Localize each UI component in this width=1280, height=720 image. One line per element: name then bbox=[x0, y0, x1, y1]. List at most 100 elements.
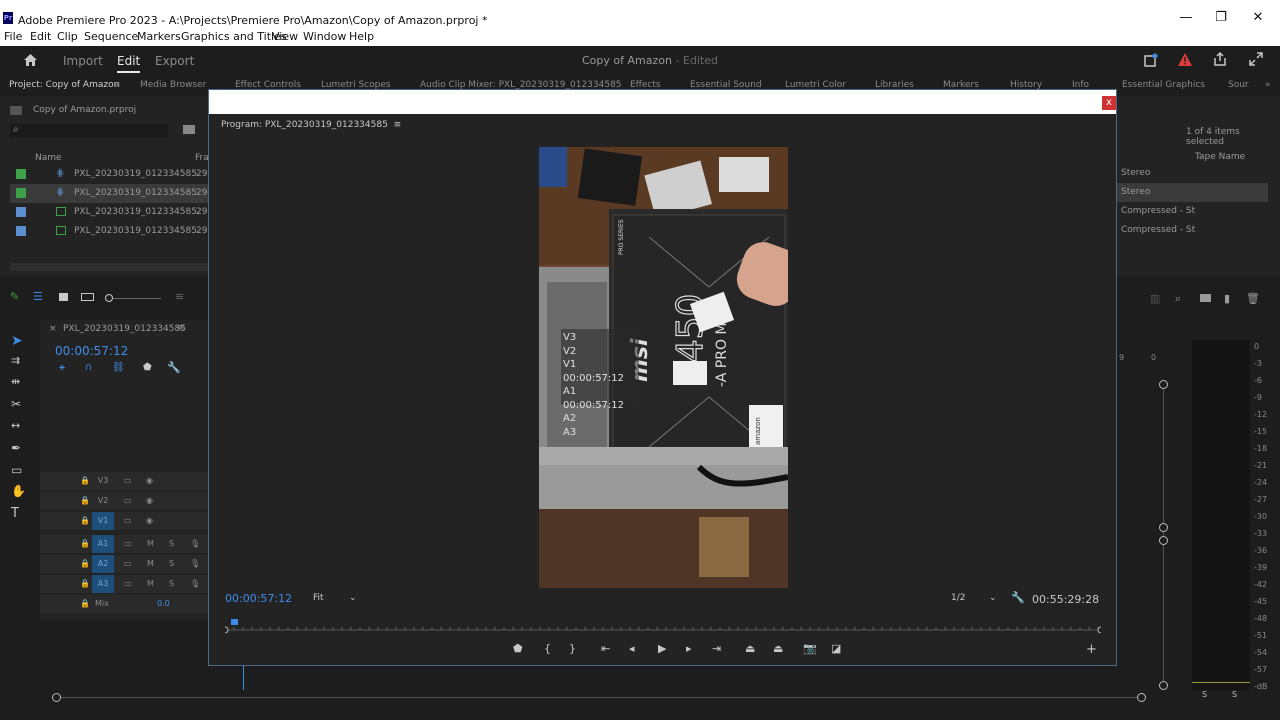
slip-tool-icon[interactable]: ↔ bbox=[11, 419, 20, 432]
zoom-slider-track[interactable] bbox=[113, 298, 161, 299]
type-tool-icon[interactable]: T bbox=[11, 506, 19, 521]
out-point-handle[interactable] bbox=[1097, 626, 1105, 634]
find-icon[interactable]: ⌕ bbox=[1175, 292, 1181, 306]
solo-button[interactable]: S bbox=[169, 579, 174, 588]
eye-icon[interactable]: ◉ bbox=[146, 516, 153, 525]
go-to-in-icon[interactable]: ⇤ bbox=[601, 642, 610, 655]
close-monitor-button[interactable]: x bbox=[1102, 96, 1116, 110]
freeform-view-icon[interactable] bbox=[81, 293, 94, 301]
project-item[interactable]: ⋕ PXL_20230319_012334585 29. bbox=[10, 165, 210, 184]
menu-sequence[interactable]: Sequence bbox=[84, 30, 138, 43]
metadata-row[interactable]: Stereo bbox=[1116, 164, 1268, 183]
menu-markers[interactable]: Markers bbox=[137, 30, 181, 43]
lock-icon[interactable]: 🔒 bbox=[80, 539, 90, 548]
pen-tool-icon[interactable]: ✒ bbox=[11, 441, 21, 455]
project-search-input[interactable] bbox=[10, 124, 168, 138]
track-label[interactable]: V2 bbox=[92, 492, 114, 510]
program-menu-icon[interactable]: ≡ bbox=[394, 120, 402, 130]
tab-project[interactable]: Project: Copy of Amazon bbox=[9, 80, 119, 90]
window-titlebar[interactable] bbox=[209, 90, 1116, 114]
add-marker-icon[interactable]: ⬟ bbox=[143, 362, 152, 373]
icon-view-icon[interactable] bbox=[59, 293, 68, 301]
fullscreen-icon[interactable] bbox=[1249, 52, 1263, 66]
new-item-icon[interactable]: ▮ bbox=[1224, 292, 1230, 305]
project-col-name[interactable]: Name bbox=[35, 153, 62, 163]
scroll-handle[interactable] bbox=[1159, 536, 1168, 545]
lock-icon[interactable]: 🔒 bbox=[80, 559, 90, 568]
solo-right[interactable]: S bbox=[1232, 690, 1237, 699]
eye-icon[interactable]: ◉ bbox=[146, 476, 153, 485]
menu-graphics-and-titles[interactable]: Graphics and Titles bbox=[181, 30, 287, 43]
tab-menu-icon[interactable]: ≡ bbox=[113, 80, 121, 90]
lift-icon[interactable]: ⏏ bbox=[745, 642, 755, 655]
toggle-sync-icon[interactable]: ▭ bbox=[124, 559, 132, 568]
project-item[interactable]: PXL_20230319_012334585. 29. bbox=[10, 203, 210, 222]
zoom-slider-handle[interactable] bbox=[105, 294, 113, 302]
project-item[interactable]: PXL_20230319_012334585. 29. bbox=[10, 222, 210, 241]
track-label[interactable]: V1 bbox=[92, 512, 114, 530]
add-button-icon[interactable]: + bbox=[1086, 642, 1097, 657]
rectangle-tool-icon[interactable]: ▭ bbox=[11, 463, 22, 477]
close-tab-icon[interactable]: × bbox=[49, 324, 57, 334]
menu-clip[interactable]: Clip bbox=[57, 30, 78, 43]
program-video-frame[interactable]: PRO SERIES msi B450 -A PRO MAX amazon V3… bbox=[539, 147, 788, 588]
mute-button[interactable]: M bbox=[147, 539, 154, 548]
track-label[interactable]: A1 bbox=[92, 535, 114, 553]
resolution-dropdown[interactable]: 1/2 ⌄ bbox=[951, 593, 1001, 607]
metadata-row[interactable]: Compressed - St bbox=[1116, 202, 1268, 221]
sort-icon[interactable]: ≡ bbox=[175, 290, 184, 303]
tab-essential-graphics[interactable]: Essential Graphics bbox=[1122, 80, 1205, 90]
step-forward-icon[interactable]: ▸ bbox=[686, 642, 692, 655]
settings-wrench-icon[interactable]: 🔧 bbox=[1011, 591, 1025, 604]
lock-icon[interactable]: 🔒 bbox=[80, 496, 90, 505]
workspace-import[interactable]: Import bbox=[63, 54, 103, 68]
scroll-handle[interactable] bbox=[1159, 681, 1168, 690]
eye-icon[interactable]: ◉ bbox=[146, 496, 153, 505]
panel-overflow-icon[interactable]: » bbox=[1265, 80, 1271, 90]
warning-icon[interactable] bbox=[1178, 53, 1192, 66]
new-bin-icon[interactable] bbox=[183, 125, 195, 134]
tab-media-browser[interactable]: Media Browser bbox=[140, 80, 206, 90]
metadata-row[interactable]: Stereo bbox=[1116, 183, 1268, 202]
mute-button[interactable]: M bbox=[147, 559, 154, 568]
fit-dropdown[interactable]: Fit ⌄ bbox=[313, 593, 359, 607]
extract-icon[interactable]: ⏏ bbox=[773, 642, 783, 655]
linked-selection-icon[interactable]: ⛓ bbox=[112, 362, 125, 373]
hscroll-handle[interactable] bbox=[1137, 693, 1146, 702]
hand-tool-icon[interactable]: ✋ bbox=[11, 484, 26, 498]
program-time-ruler[interactable] bbox=[221, 618, 1105, 634]
minimize-button[interactable]: — bbox=[1174, 10, 1198, 26]
mic-icon[interactable]: 🎙 bbox=[190, 539, 200, 548]
toggle-sync-icon[interactable]: ▭ bbox=[124, 496, 132, 505]
lock-icon[interactable]: 🔒 bbox=[80, 599, 90, 608]
mark-out-icon[interactable]: } bbox=[569, 642, 576, 655]
wrench-icon[interactable]: 🔧 bbox=[167, 361, 181, 374]
hscroll-handle[interactable] bbox=[52, 693, 61, 702]
export-frame-icon[interactable]: 📷 bbox=[803, 642, 817, 655]
timeline-hscroll[interactable] bbox=[52, 692, 1146, 704]
project-item[interactable]: ⋕ PXL_20230319_012334585 29. bbox=[10, 184, 210, 203]
scroll-handle[interactable] bbox=[1159, 523, 1168, 532]
mark-in-icon[interactable]: { bbox=[544, 642, 551, 655]
add-marker-icon[interactable]: ⬟ bbox=[513, 642, 523, 655]
col-tape-name[interactable]: Tape Name bbox=[1195, 152, 1245, 162]
toggle-sync-icon[interactable]: ▭ bbox=[124, 516, 132, 525]
ripple-edit-tool-icon[interactable]: ⇹ bbox=[11, 375, 20, 388]
toggle-sync-icon[interactable]: ▭ bbox=[124, 539, 132, 548]
track-label[interactable]: V3 bbox=[92, 472, 114, 490]
menu-file[interactable]: File bbox=[4, 30, 22, 43]
go-to-out-icon[interactable]: ⇥ bbox=[712, 642, 721, 655]
quick-export-icon[interactable] bbox=[1144, 53, 1158, 67]
playhead[interactable] bbox=[231, 619, 238, 625]
track-label[interactable]: A2 bbox=[92, 555, 114, 573]
lock-icon[interactable]: 🔒 bbox=[80, 476, 90, 485]
solo-button[interactable]: S bbox=[169, 539, 174, 548]
sequence-tab[interactable]: PXL_20230319_012334585 bbox=[63, 324, 186, 334]
track-label[interactable]: A3 bbox=[92, 575, 114, 593]
menu-help[interactable]: Help bbox=[349, 30, 374, 43]
razor-tool-icon[interactable]: ✂ bbox=[11, 397, 21, 411]
scroll-handle[interactable] bbox=[1159, 380, 1168, 389]
vertical-scrollbar[interactable] bbox=[1163, 384, 1164, 684]
metadata-row[interactable]: Compressed - St bbox=[1116, 221, 1268, 240]
track-select-tool-icon[interactable]: ⇉ bbox=[11, 354, 20, 367]
